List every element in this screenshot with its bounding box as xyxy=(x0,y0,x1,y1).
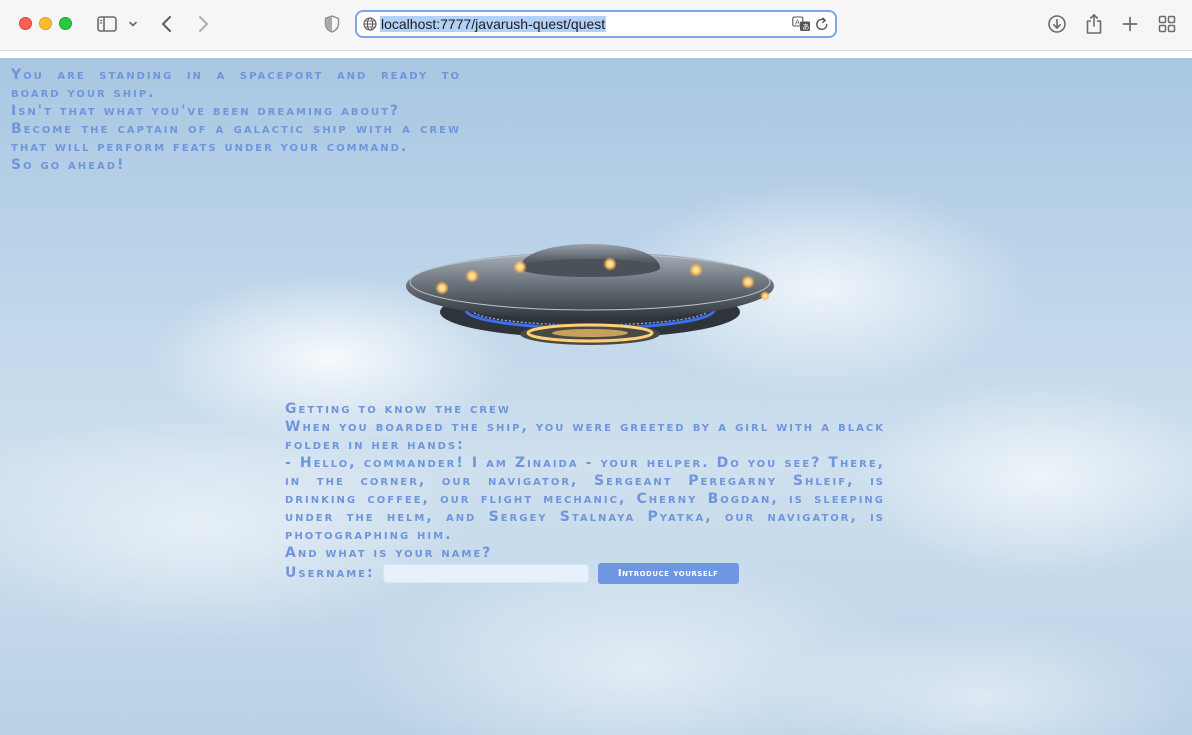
username-form: Username: Introduce yourself xyxy=(285,562,739,584)
sidebar-icon[interactable] xyxy=(95,12,119,36)
shield-icon[interactable] xyxy=(323,12,341,36)
translate-icon[interactable]: Aあ xyxy=(792,16,811,37)
zoom-window-button[interactable] xyxy=(59,17,72,30)
svg-text:あ: あ xyxy=(802,23,809,31)
chevron-right-icon[interactable] xyxy=(194,12,212,36)
intro-paragraph: Become the captain of a galactic ship wi… xyxy=(11,121,461,155)
intro-paragraph: Isn't that what you've been dreaming abo… xyxy=(11,103,401,119)
chevron-down-icon[interactable] xyxy=(126,12,140,36)
crew-text: Getting to know the crew When you boarde… xyxy=(285,400,885,562)
crew-paragraph: When you boarded the ship, you were gree… xyxy=(285,419,885,453)
plus-icon[interactable] xyxy=(1120,12,1140,36)
introduce-yourself-button[interactable]: Introduce yourself xyxy=(597,562,739,584)
browser-window: localhost:7777/javarush-quest/quest Aあ Y… xyxy=(0,0,1192,735)
ufo-image xyxy=(406,244,774,345)
username-label: Username: xyxy=(285,565,375,581)
share-icon[interactable] xyxy=(1084,12,1104,36)
intro-paragraph: So go ahead! xyxy=(11,157,126,173)
download-icon[interactable] xyxy=(1046,12,1068,36)
close-window-button[interactable] xyxy=(19,17,32,30)
intro-text: You are standing in a spaceport and read… xyxy=(11,66,461,174)
svg-text:A: A xyxy=(795,18,800,26)
quest-page: You are standing in a spaceport and read… xyxy=(0,58,1192,735)
crew-paragraph: - Hello, commander! I am Zinaida - your … xyxy=(285,455,885,543)
intro-paragraph: You are standing in a spaceport and read… xyxy=(11,67,461,101)
crew-question: And what is your name? xyxy=(285,545,493,561)
address-bar[interactable]: localhost:7777/javarush-quest/quest Aあ xyxy=(355,10,837,38)
username-input[interactable] xyxy=(382,563,589,583)
reload-icon[interactable] xyxy=(815,16,829,37)
chevron-left-icon[interactable] xyxy=(158,12,176,36)
url-text[interactable]: localhost:7777/javarush-quest/quest xyxy=(380,16,607,32)
tab-grid-icon[interactable] xyxy=(1157,12,1177,36)
crew-heading: Getting to know the crew xyxy=(285,401,511,417)
globe-icon xyxy=(363,17,377,36)
minimize-window-button[interactable] xyxy=(39,17,52,30)
browser-toolbar: localhost:7777/javarush-quest/quest Aあ xyxy=(0,0,1192,51)
